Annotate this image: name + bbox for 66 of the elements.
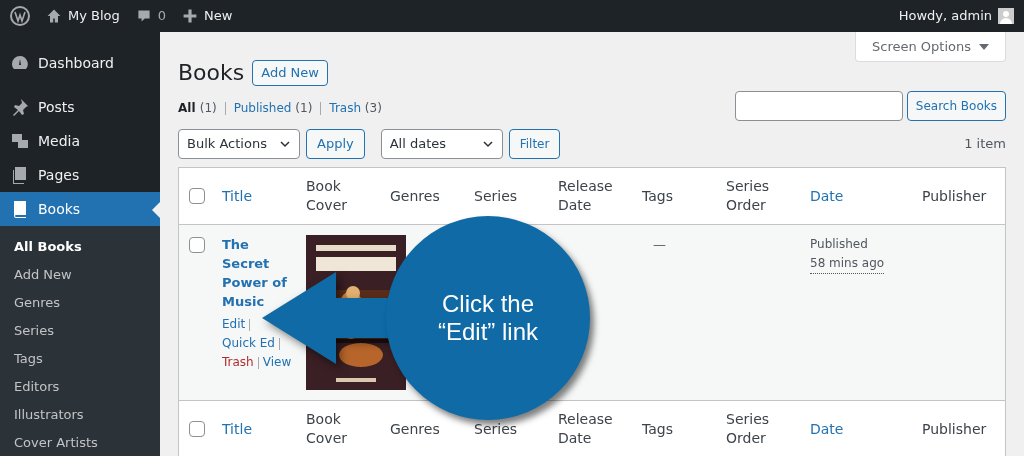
book-title-link[interactable]: The Secret Power of Music <box>222 235 298 311</box>
column-header: Publisher <box>922 187 987 204</box>
column-header: Tags <box>642 187 673 204</box>
filter-link[interactable]: Published (1) <box>233 99 313 117</box>
media-icon <box>10 131 30 151</box>
checkbox[interactable] <box>189 188 205 204</box>
search-button[interactable]: Search Books <box>906 91 1006 121</box>
submenu-item[interactable]: Series <box>0 317 160 345</box>
column-header[interactable]: Date <box>810 187 844 204</box>
submenu-item[interactable]: All Books <box>0 233 160 261</box>
row-action-link[interactable]: Edit <box>222 317 246 331</box>
submenu-item[interactable]: Cover Artists <box>0 429 160 456</box>
screen-options-button[interactable]: Screen Options <box>855 32 1006 62</box>
submenu-item[interactable]: Tags <box>0 345 160 373</box>
chevron-icon <box>481 138 494 150</box>
column-header[interactable]: Title <box>222 187 252 204</box>
row-action-link[interactable]: Trash <box>222 355 254 369</box>
menu-item[interactable]: Books <box>0 192 160 226</box>
checkbox[interactable] <box>189 421 205 437</box>
add-new-button[interactable]: Add New <box>252 59 328 86</box>
page-title: Books <box>178 59 245 87</box>
column-header: Genres <box>390 420 440 437</box>
menu-item[interactable]: Media <box>0 124 160 158</box>
filter-link[interactable]: All (1) <box>178 99 217 117</box>
chevron-icon <box>279 138 291 150</box>
greeting-link[interactable]: Howdy, admin <box>898 6 992 26</box>
filter-link[interactable]: Trash (3) <box>329 99 382 117</box>
filter-button[interactable]: Filter <box>508 129 561 159</box>
date-select[interactable]: All dates <box>380 129 503 159</box>
menu-item[interactable]: Posts <box>0 90 160 124</box>
column-header[interactable]: Date <box>810 420 844 437</box>
site-link[interactable]: My Blog <box>68 6 120 26</box>
comment-count[interactable]: 0 <box>157 6 167 26</box>
submenu-item[interactable]: Add New <box>0 261 160 289</box>
new-link[interactable]: New <box>204 6 233 26</box>
submenu-item[interactable]: Illustrators <box>0 401 160 429</box>
item-count: 1 item <box>964 135 1006 154</box>
column-header: Tags <box>642 420 673 437</box>
avatar-icon <box>998 8 1014 24</box>
apply-button[interactable]: Apply <box>306 129 365 159</box>
checkbox[interactable] <box>189 237 205 253</box>
bulk-actions-select[interactable]: Bulk Actions <box>178 129 300 159</box>
column-header: Series <box>474 420 518 437</box>
time-text: 58 mins ago <box>810 254 885 274</box>
column-header: Publisher <box>922 420 987 437</box>
menu-item[interactable]: Pages <box>0 158 160 192</box>
column-header: Series <box>474 187 518 204</box>
comment-icon <box>135 8 152 24</box>
menu-item[interactable]: Dashboard <box>0 46 160 80</box>
wordpress-logo-icon[interactable] <box>10 6 30 26</box>
status-text: Published <box>810 236 869 253</box>
column-header: Release Date <box>558 178 613 213</box>
submenu-item[interactable]: Genres <box>0 289 160 317</box>
search-field[interactable] <box>734 91 903 121</box>
column-header: Book Cover <box>306 411 347 446</box>
column-header[interactable]: Title <box>222 420 252 437</box>
plus-icon <box>182 8 199 24</box>
column-header: Series Order <box>726 178 770 213</box>
column-header: Genres <box>390 187 440 204</box>
column-header: Series Order <box>726 411 770 446</box>
row-action-link[interactable]: Quick Ed <box>222 336 275 350</box>
home-icon <box>46 8 62 24</box>
row-action-link[interactable]: View <box>262 355 292 369</box>
column-header: Book Cover <box>306 178 347 213</box>
submenu-item[interactable]: Editors <box>0 373 160 401</box>
tags-cell-text: — <box>653 236 666 254</box>
